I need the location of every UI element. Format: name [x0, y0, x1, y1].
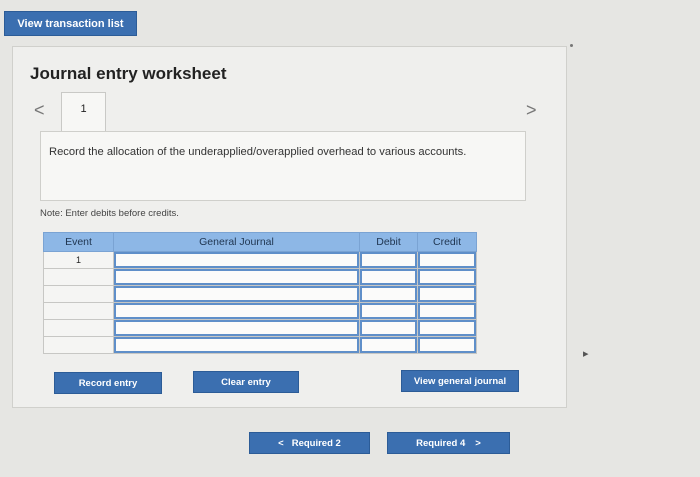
- credit-cell: [417, 268, 477, 286]
- account-input[interactable]: [114, 337, 359, 353]
- debit-input[interactable]: [360, 269, 417, 285]
- debit-cell: [359, 285, 418, 303]
- header-debit: Debit: [359, 232, 418, 252]
- credit-input[interactable]: [418, 252, 476, 268]
- table-row: 1: [43, 251, 477, 269]
- credit-input[interactable]: [418, 269, 476, 285]
- entry-tab-1[interactable]: 1: [61, 92, 106, 132]
- view-transaction-list-button[interactable]: View transaction list: [4, 11, 137, 36]
- required-2-label: Required 2: [291, 437, 341, 449]
- account-cell: [113, 319, 360, 337]
- decorative-dot: [570, 44, 573, 47]
- event-cell: 1: [43, 251, 114, 269]
- account-input[interactable]: [114, 303, 359, 319]
- table-row: [43, 302, 477, 320]
- account-cell: [113, 336, 360, 354]
- view-general-journal-button[interactable]: View general journal: [401, 370, 519, 392]
- credit-cell: [417, 319, 477, 337]
- journal-table: Event General Journal Debit Credit 1: [43, 232, 477, 354]
- mouse-pointer-icon: ▸: [583, 348, 589, 360]
- account-input[interactable]: [114, 286, 359, 302]
- credit-cell: [417, 251, 477, 269]
- table-row: [43, 268, 477, 286]
- credit-input[interactable]: [418, 286, 476, 302]
- record-entry-button[interactable]: Record entry: [54, 372, 162, 394]
- debit-input[interactable]: [360, 286, 417, 302]
- account-cell: [113, 285, 360, 303]
- account-input[interactable]: [114, 269, 359, 285]
- debit-cell: [359, 268, 418, 286]
- debit-input[interactable]: [360, 252, 417, 268]
- account-cell: [113, 268, 360, 286]
- header-event: Event: [43, 232, 114, 252]
- instruction-box: Record the allocation of the underapplie…: [40, 131, 526, 201]
- previous-entry-chevron-icon[interactable]: <: [34, 100, 45, 121]
- event-cell: [43, 319, 114, 337]
- chevron-right-icon: >: [475, 437, 481, 449]
- chevron-left-icon: <: [278, 437, 284, 449]
- credit-input[interactable]: [418, 303, 476, 319]
- debit-cell: [359, 302, 418, 320]
- account-input[interactable]: [114, 320, 359, 336]
- table-row: [43, 336, 477, 354]
- account-input[interactable]: [114, 252, 359, 268]
- event-cell: [43, 336, 114, 354]
- table-row: [43, 319, 477, 337]
- event-cell: [43, 302, 114, 320]
- account-cell: [113, 302, 360, 320]
- credit-cell: [417, 302, 477, 320]
- header-general-journal: General Journal: [113, 232, 360, 252]
- event-cell: [43, 268, 114, 286]
- account-cell: [113, 251, 360, 269]
- debit-input[interactable]: [360, 320, 417, 336]
- required-4-label: Required 4: [416, 437, 466, 449]
- debit-cell: [359, 319, 418, 337]
- next-entry-chevron-icon[interactable]: >: [526, 100, 537, 121]
- debit-input[interactable]: [360, 337, 417, 353]
- header-credit: Credit: [417, 232, 477, 252]
- required-4-button[interactable]: Required 4 >: [387, 432, 510, 454]
- required-2-button[interactable]: < Required 2: [249, 432, 370, 454]
- debit-input[interactable]: [360, 303, 417, 319]
- credit-input[interactable]: [418, 337, 476, 353]
- debit-cell: [359, 251, 418, 269]
- note-text: Note: Enter debits before credits.: [40, 208, 179, 219]
- credit-input[interactable]: [418, 320, 476, 336]
- credit-cell: [417, 285, 477, 303]
- journal-table-header: Event General Journal Debit Credit: [43, 232, 477, 252]
- event-cell: [43, 285, 114, 303]
- worksheet-title: Journal entry worksheet: [30, 64, 227, 83]
- instruction-text: Record the allocation of the underapplie…: [49, 146, 467, 158]
- credit-cell: [417, 336, 477, 354]
- table-row: [43, 285, 477, 303]
- clear-entry-button[interactable]: Clear entry: [193, 371, 299, 393]
- debit-cell: [359, 336, 418, 354]
